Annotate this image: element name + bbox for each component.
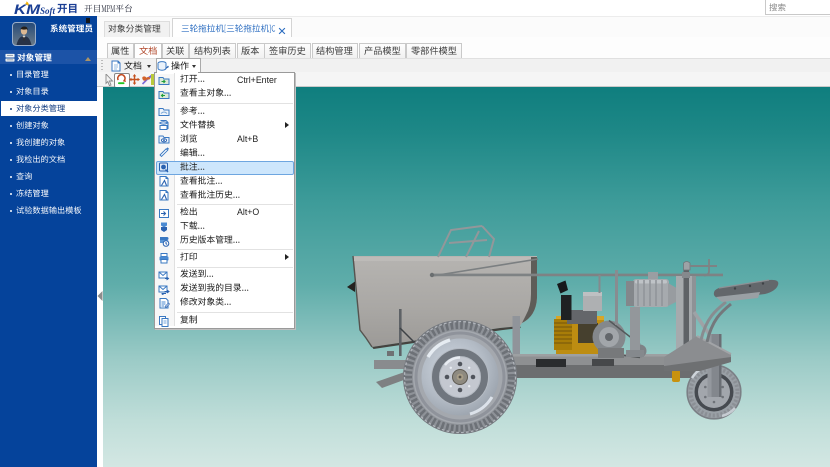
svg-text:Soft: Soft — [40, 6, 56, 16]
svg-text:KM: KM — [14, 1, 40, 17]
